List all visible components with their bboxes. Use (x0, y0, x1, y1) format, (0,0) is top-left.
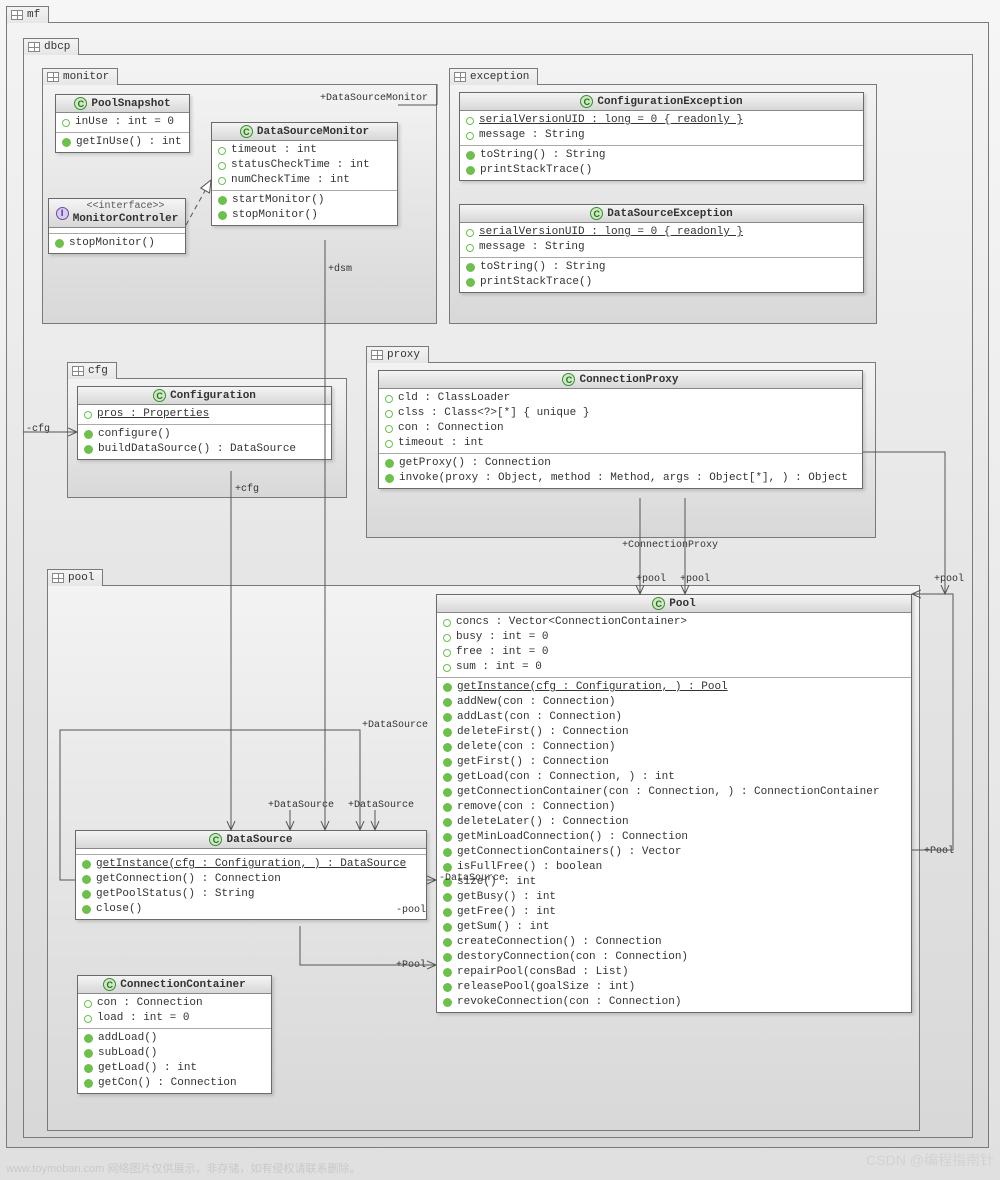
class-configurationexception[interactable]: CConfigurationException serialVersionUID… (459, 92, 864, 181)
package-tab-proxy: proxy (366, 346, 429, 363)
attr-section: inUse : int = 0 (56, 113, 189, 133)
package-tab-monitor: monitor (42, 68, 118, 85)
package-icon (52, 573, 64, 583)
label-plus-pool-b: +Pool (396, 960, 426, 971)
label-pool-r2: +pool (680, 574, 710, 585)
label-neg-pool: -pool (396, 905, 426, 916)
class-connectionproxy[interactable]: CConnectionProxy cld : ClassLoader clss … (378, 370, 863, 489)
interface-monitorcontroler[interactable]: I <<interface>> MonitorControler stopMon… (48, 198, 186, 254)
package-label: proxy (387, 349, 420, 361)
watermark-right: CSDN @编程指南针 (866, 1150, 994, 1170)
package-icon (11, 10, 23, 20)
watermark-left: www.toymoban.com 网络图片仅供展示，非存储，如有侵权请联系删除。 (6, 1160, 360, 1176)
label-ds2: +DataSource (348, 800, 414, 811)
label-pool-r1: +pool (636, 574, 666, 585)
class-datasourceexception[interactable]: CDataSourceException serialVersionUID : … (459, 204, 864, 293)
package-tab-mf: mf (6, 6, 49, 23)
class-poolsnapshot[interactable]: C PoolSnapshot inUse : int = 0 getInUse()… (55, 94, 190, 153)
package-tab-exception: exception (449, 68, 538, 85)
package-icon (371, 350, 383, 360)
label-cfg-below: +cfg (235, 484, 259, 495)
class-configuration[interactable]: CConfiguration pros : Properties configu… (77, 386, 332, 460)
label-dsm-top: +DataSourceMonitor (320, 93, 428, 104)
label-connproxy: +ConnectionProxy (622, 540, 718, 551)
label-cfg-left: -cfg (26, 424, 50, 435)
class-datasourcemonitor[interactable]: CDataSourceMonitor timeout : int statusC… (211, 122, 398, 226)
label-dsm: +dsm (328, 264, 352, 275)
package-icon (72, 366, 84, 376)
uml-canvas: mf dbcp monitor exception cfg proxy (0, 0, 1000, 1180)
class-pool[interactable]: CPool concs : Vector<ConnectionContainer… (436, 594, 912, 1013)
label-ds1: +DataSource (268, 800, 334, 811)
label-ds3: +DataSource (362, 720, 428, 731)
package-icon (47, 72, 59, 82)
package-label: cfg (88, 365, 108, 377)
class-icon: C (74, 97, 87, 110)
package-icon (454, 72, 466, 82)
package-tab-cfg: cfg (67, 362, 117, 379)
class-name: PoolSnapshot (91, 98, 170, 110)
package-tab-dbcp: dbcp (23, 38, 79, 55)
label-pool-r3: +pool (934, 574, 964, 585)
package-tab-pool: pool (47, 569, 103, 586)
class-name: MonitorControler (73, 213, 179, 226)
visibility-icon (62, 119, 70, 127)
visibility-icon (62, 138, 71, 147)
op-section: getInUse() : int (56, 133, 189, 152)
package-icon (28, 42, 40, 52)
class-connectioncontainer[interactable]: CConnectionContainer con : Connection lo… (77, 975, 272, 1094)
label-neg-ds: -DataSource (439, 873, 505, 884)
class-datasource[interactable]: CDataSource getInstance(cfg : Configurat… (75, 830, 427, 920)
interface-icon: I (56, 207, 69, 220)
package-label: monitor (63, 71, 109, 83)
class-icon: C (240, 125, 253, 138)
package-label: mf (27, 9, 40, 21)
package-label: exception (470, 71, 529, 83)
stereotype: <<interface>> (86, 201, 164, 213)
package-label: dbcp (44, 41, 70, 53)
label-pool-right: +Pool (924, 846, 954, 857)
class-name: DataSourceMonitor (257, 126, 369, 138)
package-label: pool (68, 572, 94, 584)
